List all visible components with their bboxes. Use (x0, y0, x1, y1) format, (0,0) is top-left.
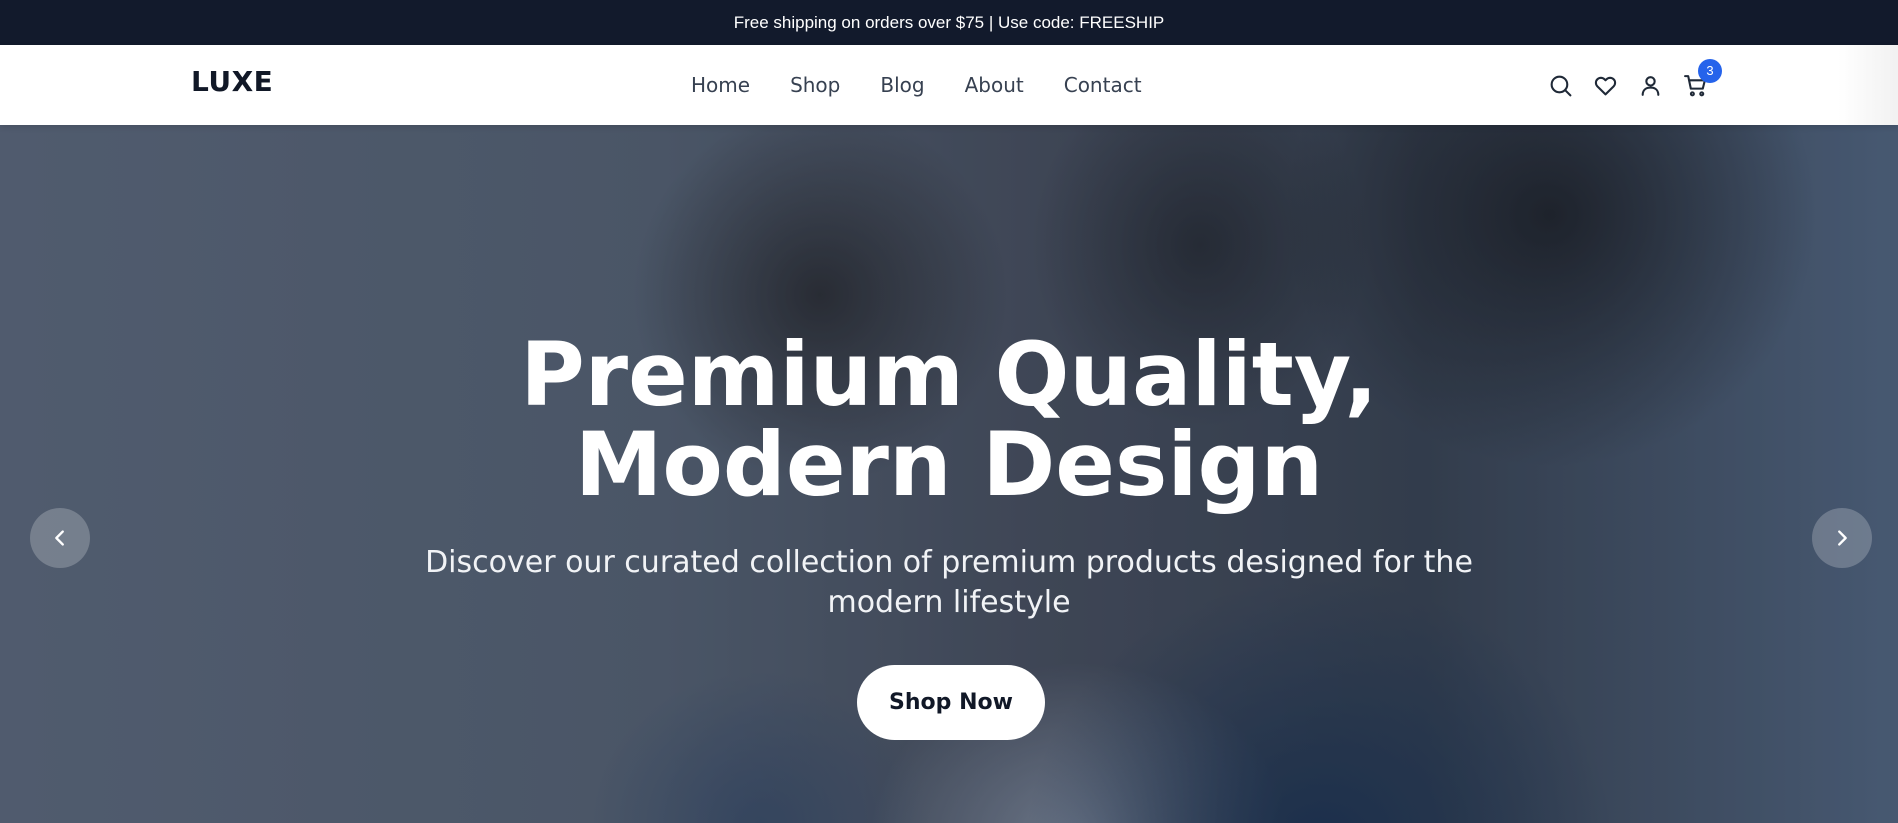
site-logo[interactable]: LUXE (191, 65, 273, 98)
hero-title-line-1: Premium Quality, (520, 323, 1378, 426)
header-actions: 3 (1548, 45, 1722, 125)
site-header: LUXE Home Shop Blog About Contact 3 (0, 45, 1898, 125)
hero-title: Premium Quality, Modern Design (449, 330, 1449, 510)
user-icon[interactable] (1638, 73, 1663, 98)
announcement-text: Free shipping on orders over $75 | Use c… (733, 12, 1165, 32)
search-icon[interactable] (1548, 73, 1573, 98)
nav-link-home[interactable]: Home (671, 65, 770, 105)
nav-link-blog[interactable]: Blog (860, 65, 944, 105)
slider-prev-button[interactable] (30, 508, 90, 568)
nav-link-shop[interactable]: Shop (770, 65, 860, 105)
main-nav: Home Shop Blog About Contact (671, 45, 1162, 125)
hero-banner: Premium Quality, Modern Design Discover … (0, 125, 1898, 823)
slider-next-button[interactable] (1812, 508, 1872, 568)
header-edge-fade (1838, 45, 1898, 125)
chevron-left-icon (55, 530, 64, 546)
shop-now-button[interactable]: Shop Now (857, 665, 1045, 740)
nav-link-contact[interactable]: Contact (1044, 65, 1162, 105)
nav-link-about[interactable]: About (945, 65, 1044, 105)
announcement-bar: Free shipping on orders over $75 | Use c… (0, 0, 1898, 45)
chevron-right-icon (1838, 530, 1847, 546)
hero-subtitle: Discover our curated collection of premi… (425, 545, 1473, 620)
cart-icon[interactable]: 3 (1683, 58, 1722, 98)
cart-count-badge: 3 (1698, 58, 1722, 83)
heart-icon[interactable] (1593, 73, 1618, 98)
hero-title-line-2: Modern Design (574, 413, 1324, 516)
